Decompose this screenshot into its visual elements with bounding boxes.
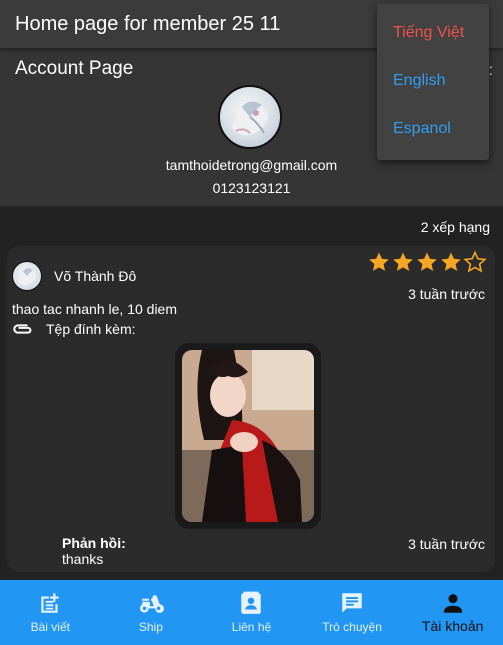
nav-item-account[interactable]: Tài khoản <box>402 580 503 645</box>
reviewer-name: Võ Thành Đô <box>54 268 137 284</box>
star-filled-icon <box>393 252 413 271</box>
post-add-icon <box>41 593 59 613</box>
reviewer-avatar <box>12 261 42 291</box>
nav-label-account: Tài khoản <box>421 618 484 634</box>
review-count: 2 xếp hạng <box>420 219 490 235</box>
account-phone: 0123123121 <box>212 180 291 196</box>
review-text: thao tac nhanh le, 10 diem <box>12 301 178 317</box>
nav-label-contact: Liên hệ <box>231 620 272 634</box>
nav-item-chat[interactable]: Trò chuyện <box>302 580 403 645</box>
avatar[interactable] <box>218 85 282 149</box>
nav-item-contact[interactable]: Liên hệ <box>201 580 302 645</box>
star-empty-icon <box>463 250 487 273</box>
bottom-nav: Bài viết Ship Liên hệ Trò chuyện Tài kho… <box>0 580 503 645</box>
reply-time: 3 tuần trước <box>408 536 485 552</box>
avatar-image <box>232 101 268 136</box>
review-time: 3 tuần trước <box>408 286 485 302</box>
account-title: Account Page <box>15 58 134 79</box>
nav-label-chat: Trò chuyện <box>322 620 382 634</box>
language-menu: Tiếng Việt English Espanol <box>377 4 489 160</box>
attachment-photo <box>182 350 314 522</box>
star-rating <box>367 250 487 274</box>
nav-label-ship: Ship <box>138 620 163 634</box>
app-root: Home page for member 25 11 Account Page … <box>0 0 503 645</box>
attachment-label: Tệp đính kèm: <box>46 321 136 337</box>
attachment-image[interactable] <box>175 343 321 529</box>
reply-label: Phản hồi: <box>62 535 126 551</box>
chat-icon <box>342 593 362 613</box>
nav-item-posts[interactable]: Bài viết <box>0 580 101 645</box>
review-card: Võ Thành Đô 3 tuần trước thao tac nhanh … <box>7 246 495 572</box>
page-title: Home page for member 25 11 <box>15 12 281 35</box>
more-menu-icon[interactable]: : <box>489 62 493 80</box>
language-option-english[interactable]: English <box>393 72 445 90</box>
nav-label-posts: Bài viết <box>30 620 70 634</box>
star-filled-icon <box>369 252 389 271</box>
contact-card-icon <box>241 591 262 614</box>
scooter-icon <box>139 595 164 613</box>
star-filled-icon <box>441 252 461 271</box>
person-icon <box>443 594 462 613</box>
language-option-spanish[interactable]: Espanol <box>393 120 451 138</box>
reviewer-avatar-image <box>18 268 36 286</box>
paperclip-icon <box>13 324 32 334</box>
star-filled-icon <box>417 252 437 271</box>
nav-item-ship[interactable]: Ship <box>101 580 202 645</box>
reply-text: thanks <box>62 551 104 567</box>
attachment-row: Tệp đính kèm: <box>12 320 136 338</box>
language-option-vietnamese[interactable]: Tiếng Việt <box>393 24 464 42</box>
